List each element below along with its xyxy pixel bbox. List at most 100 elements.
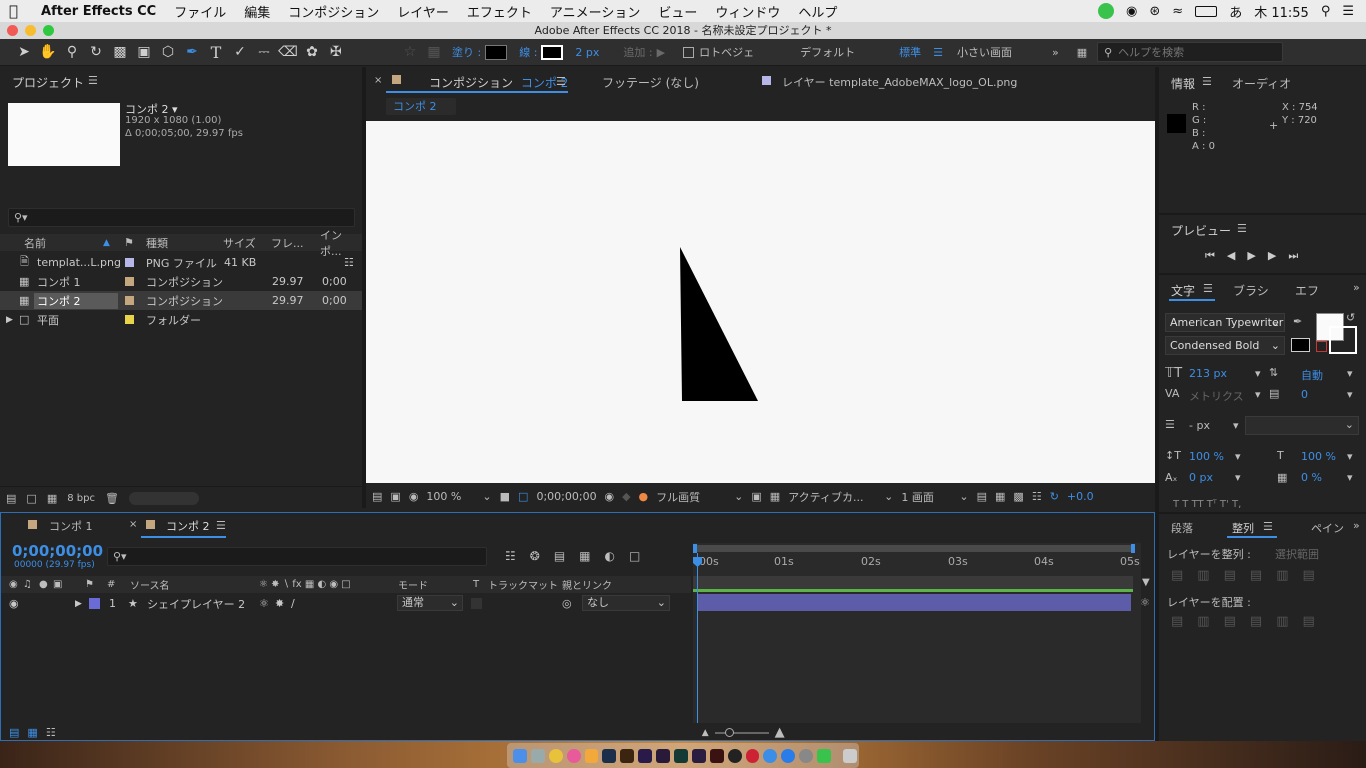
character-menu-icon[interactable]: ☰ [1203, 282, 1213, 295]
layer-duration-bar[interactable] [697, 594, 1131, 611]
project-thumbnail-slider[interactable] [128, 491, 199, 505]
brush-tab[interactable]: ブラシ [1233, 282, 1269, 299]
project-item-row[interactable]: ▶ □ 平面 フォルダー [0, 310, 362, 329]
composition-tab-menu-icon[interactable]: ☰ [556, 75, 566, 88]
snapshot-camera-icon[interactable]: ◉ [604, 490, 614, 503]
ime-indicator[interactable]: あ [1229, 2, 1242, 21]
align-hcenter-icon[interactable]: ▥ [1197, 568, 1209, 583]
fill-label[interactable]: 塗り : [452, 44, 481, 60]
layer-name[interactable]: シェイプレイヤー 2 [147, 596, 245, 612]
hand-tool-icon[interactable]: ✋ [36, 41, 60, 63]
timeline-tab-close-icon[interactable]: × [129, 519, 137, 530]
item-label-color[interactable] [125, 315, 134, 324]
workspace-standard[interactable]: 標準 [899, 44, 921, 60]
column-type[interactable]: 種類 [146, 235, 168, 251]
black-swatch[interactable] [1291, 338, 1310, 352]
menu-app-name[interactable]: After Effects CC [27, 4, 165, 19]
column-frame-rate[interactable]: フレ... [271, 235, 304, 251]
timeline-tab-comp2[interactable]: コンポ 2 [166, 518, 210, 534]
layer-visibility-icon[interactable]: ◉ [9, 597, 19, 610]
tracking-value[interactable]: 0 [1301, 388, 1308, 401]
zoom-slider-thumb[interactable] [724, 727, 734, 737]
safe-zones-icon[interactable]: ■ [500, 490, 510, 503]
animate-icon[interactable] [709, 748, 724, 763]
mask-visibility-icon[interactable]: ◉ [409, 490, 419, 503]
align-top-icon[interactable]: ▤ [1250, 568, 1262, 583]
timeline-current-time[interactable]: 0;00;00;00 [12, 542, 103, 560]
stroke-px-value[interactable]: - px [1189, 419, 1210, 432]
battery-icon[interactable] [1195, 5, 1218, 17]
audio-icon[interactable]: ♫ [23, 579, 32, 590]
layer-switches-toggle-icon[interactable]: ▤ [9, 726, 19, 739]
timeline-icon[interactable]: ▩ [1013, 490, 1023, 503]
no-color-icon[interactable] [1316, 341, 1327, 352]
align-vcenter-icon[interactable]: ▥ [1276, 568, 1288, 583]
zoom-tool-icon[interactable]: ⚲ [60, 41, 84, 63]
type-tool-icon[interactable]: T [204, 41, 228, 63]
rotate-tool-icon[interactable]: ↻ [84, 41, 108, 63]
app-store-icon[interactable] [781, 748, 796, 763]
project-item-row-selected[interactable]: ▦ コンポ 2 コンポジション 29.97 0;00 [0, 291, 362, 310]
vertical-scale-chevron-icon[interactable]: ▾ [1235, 450, 1241, 463]
safari-icon[interactable] [763, 748, 778, 763]
project-panel-title[interactable]: プロジェクト [12, 74, 84, 91]
clock[interactable]: 木 11:55 [1254, 2, 1309, 21]
layer-expand-icon[interactable]: ▶ [75, 599, 82, 609]
comp-tab-lock-icon[interactable] [392, 75, 401, 84]
eyedropper-icon[interactable]: ✒ [1293, 315, 1302, 328]
minimize-window-button[interactable] [25, 25, 36, 36]
trkmat-checkbox[interactable] [471, 598, 482, 609]
font-size-value[interactable]: 213 px [1189, 367, 1227, 380]
timeline-tab-comp1[interactable]: コンポ 1 [49, 518, 93, 534]
workspace-small-screen[interactable]: 小さい画面 [957, 44, 1012, 60]
rotobezier-checkbox[interactable] [683, 46, 695, 58]
align-left-icon[interactable]: ▤ [1171, 568, 1183, 583]
pan-behind-tool-icon[interactable]: ▣ [132, 41, 156, 63]
previous-frame-icon[interactable]: ◀ [1227, 249, 1235, 263]
layer-collapse-icon[interactable]: ✸ [275, 597, 284, 610]
distribute-left-icon[interactable]: ▤ [1250, 614, 1262, 629]
preview-tab[interactable]: プレビュー [1171, 222, 1231, 239]
camera-chevron-icon[interactable]: ⌄ [884, 490, 893, 503]
faux-styles-row[interactable]: T T TT Tᵀ T' T, [1173, 499, 1353, 509]
align-bottom-icon[interactable]: ▤ [1302, 568, 1314, 583]
region-of-interest-icon[interactable]: ▣ [751, 490, 761, 503]
info-menu-icon[interactable]: ☰ [1202, 75, 1212, 88]
distribute-hcenter-icon[interactable]: ▥ [1276, 614, 1288, 629]
transparency-toggle-icon[interactable]: ▦ [770, 490, 780, 503]
layer-mode-dropdown[interactable]: 通常 ⌄ [397, 595, 463, 611]
pen-tool-icon[interactable]: ✒ [180, 41, 204, 63]
photos-icon[interactable] [584, 748, 599, 763]
clone-stamp-tool-icon[interactable]: ⎓ [252, 41, 276, 63]
draft-3d-icon[interactable]: ❂ [530, 549, 540, 563]
font-size-chevron-icon[interactable]: ▾ [1255, 367, 1261, 380]
current-time-display[interactable]: 0;00;00;00 [536, 490, 596, 503]
zoom-level-dropdown[interactable]: 100 % [426, 490, 474, 503]
timeline-graph-area[interactable]: 00s 01s 02s 03s 04s 05s [693, 543, 1141, 723]
font-style-dropdown[interactable]: Condensed Bold ⌄ [1165, 336, 1285, 355]
composition-tab[interactable]: コンポジション コンポ 2 [429, 74, 568, 91]
shape-layer-triangle[interactable] [366, 121, 1155, 483]
layer-tab[interactable]: レイヤー template_AdobeMAX_logo_OL.png [782, 74, 1017, 90]
info-tab[interactable]: 情報 [1171, 75, 1195, 92]
menu-animation[interactable]: アニメーション [541, 2, 649, 21]
layer-shy-icon[interactable]: ⚛ [259, 597, 269, 610]
puppet-tool-icon[interactable]: ✠ [324, 41, 348, 63]
active-camera-dropdown[interactable]: アクティブカ... [788, 489, 876, 505]
align-tab[interactable]: 整列 [1232, 520, 1254, 536]
menu-effect[interactable]: エフェクト [458, 2, 541, 21]
tsume-value[interactable]: 0 % [1301, 471, 1322, 484]
character-animator-icon[interactable] [691, 748, 706, 763]
comp-breadcrumb[interactable]: コンポ 2 [386, 98, 456, 115]
zoom-out-icon[interactable]: ▲ [702, 728, 709, 738]
first-frame-icon[interactable]: ⏮ [1205, 249, 1215, 263]
source-name-column[interactable]: ソース名 [130, 577, 170, 592]
close-window-button[interactable] [7, 25, 18, 36]
work-area-start-handle[interactable] [693, 544, 697, 553]
bpc-label[interactable]: 8 bpc [67, 493, 95, 504]
stroke-type-dropdown[interactable]: ⌄ [1245, 416, 1359, 435]
baseline-shift-value[interactable]: 0 px [1189, 471, 1213, 484]
toggle-pixel-aspect-icon[interactable]: ▤ [977, 490, 987, 503]
leading-chevron-icon[interactable]: ▾ [1347, 367, 1353, 380]
comp-flowchart-icon[interactable]: ☷ [1032, 490, 1042, 503]
